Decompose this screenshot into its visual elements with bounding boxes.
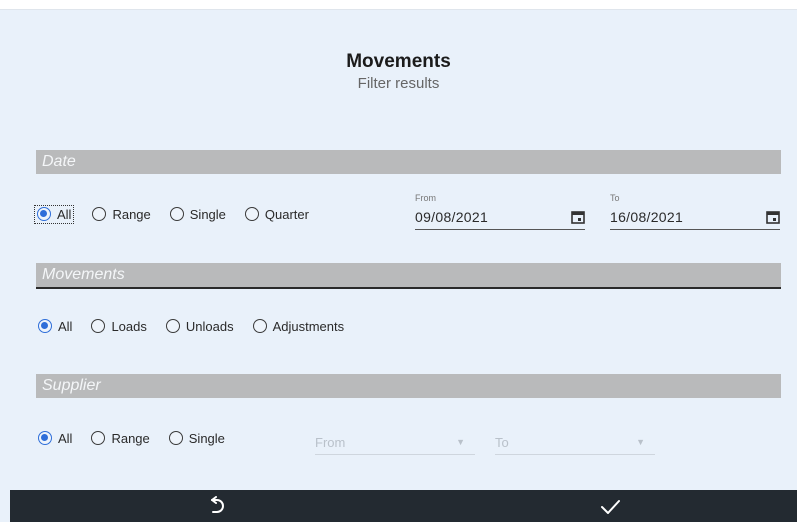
date-radio-all[interactable]: All: [33, 204, 75, 224]
date-from-field[interactable]: From 09/08/2021: [415, 193, 585, 230]
supplier-radio-range[interactable]: Range: [91, 430, 150, 446]
dialog-subtitle: Filter results: [357, 75, 440, 92]
radio-checked-icon: [38, 431, 52, 445]
date-radio-single[interactable]: Single: [169, 206, 226, 222]
radio-label: Loads: [111, 318, 147, 334]
supplier-to-placeholder: To: [495, 434, 509, 450]
radio-label: All: [57, 206, 72, 222]
radio-unchecked-icon: [165, 319, 180, 333]
supplier-radio-all[interactable]: All: [38, 431, 72, 446]
radio-unchecked-icon: [252, 319, 267, 333]
calendar-icon[interactable]: [571, 210, 585, 224]
radio-label: Unloads: [185, 318, 234, 334]
supplier-from-placeholder: From: [315, 434, 346, 450]
supplier-section-header: Supplier: [36, 374, 781, 398]
radio-label: Quarter: [264, 206, 309, 222]
date-radio-range[interactable]: Range: [92, 206, 151, 222]
top-divider: [0, 0, 797, 10]
radio-unchecked-icon: [244, 207, 259, 221]
calendar-icon[interactable]: [766, 210, 780, 224]
radio-unchecked-icon: [91, 319, 106, 333]
dropdown-arrow-icon: ▼: [636, 437, 645, 447]
movements-radio-all[interactable]: All: [38, 319, 72, 334]
movements-radio-adjustments[interactable]: Adjustments: [252, 318, 345, 334]
dialog-title: Movements: [346, 51, 451, 72]
date-radio-group: All Range Single Quarter: [33, 203, 328, 225]
movements-section-header: Movements: [36, 263, 781, 289]
supplier-to-select[interactable]: To ▼: [495, 430, 655, 455]
radio-unchecked-icon: [91, 431, 106, 445]
radio-label: Single: [188, 430, 225, 446]
supplier-radio-single[interactable]: Single: [168, 430, 225, 446]
radio-label: All: [58, 318, 73, 334]
reset-button[interactable]: [186, 490, 246, 522]
radio-unchecked-icon: [169, 207, 184, 221]
radio-label: Adjustments: [272, 318, 345, 334]
radio-checked-icon: [38, 319, 52, 333]
undo-icon: [211, 496, 224, 513]
date-to-value[interactable]: 16/08/2021: [610, 209, 683, 225]
date-section-header: Date: [36, 150, 781, 174]
dropdown-arrow-icon: ▼: [456, 437, 465, 447]
movements-radio-loads[interactable]: Loads: [91, 318, 147, 334]
check-icon: [601, 500, 620, 514]
radio-unchecked-icon: [168, 431, 183, 445]
date-radio-quarter[interactable]: Quarter: [244, 206, 309, 222]
supplier-from-select[interactable]: From ▼: [315, 430, 475, 455]
radio-label: Range: [111, 430, 150, 446]
radio-unchecked-icon: [92, 207, 107, 221]
date-to-field[interactable]: To 16/08/2021: [610, 193, 780, 230]
date-from-value[interactable]: 09/08/2021: [415, 209, 488, 225]
radio-label: All: [58, 430, 73, 446]
radio-checked-icon: [37, 207, 51, 221]
dialog-header: Movements Filter results: [0, 50, 797, 94]
date-to-label: To: [610, 193, 620, 203]
apply-button[interactable]: [580, 490, 640, 522]
supplier-radio-group: All Range Single: [38, 427, 244, 449]
movements-radio-unloads[interactable]: Unloads: [165, 318, 234, 334]
focus-outline: All: [33, 204, 75, 224]
action-bar: [10, 490, 797, 522]
radio-label: Single: [189, 206, 226, 222]
movements-radio-group: All Loads Unloads Adjustments: [38, 315, 363, 337]
radio-label: Range: [112, 206, 151, 222]
date-from-label: From: [415, 193, 436, 203]
